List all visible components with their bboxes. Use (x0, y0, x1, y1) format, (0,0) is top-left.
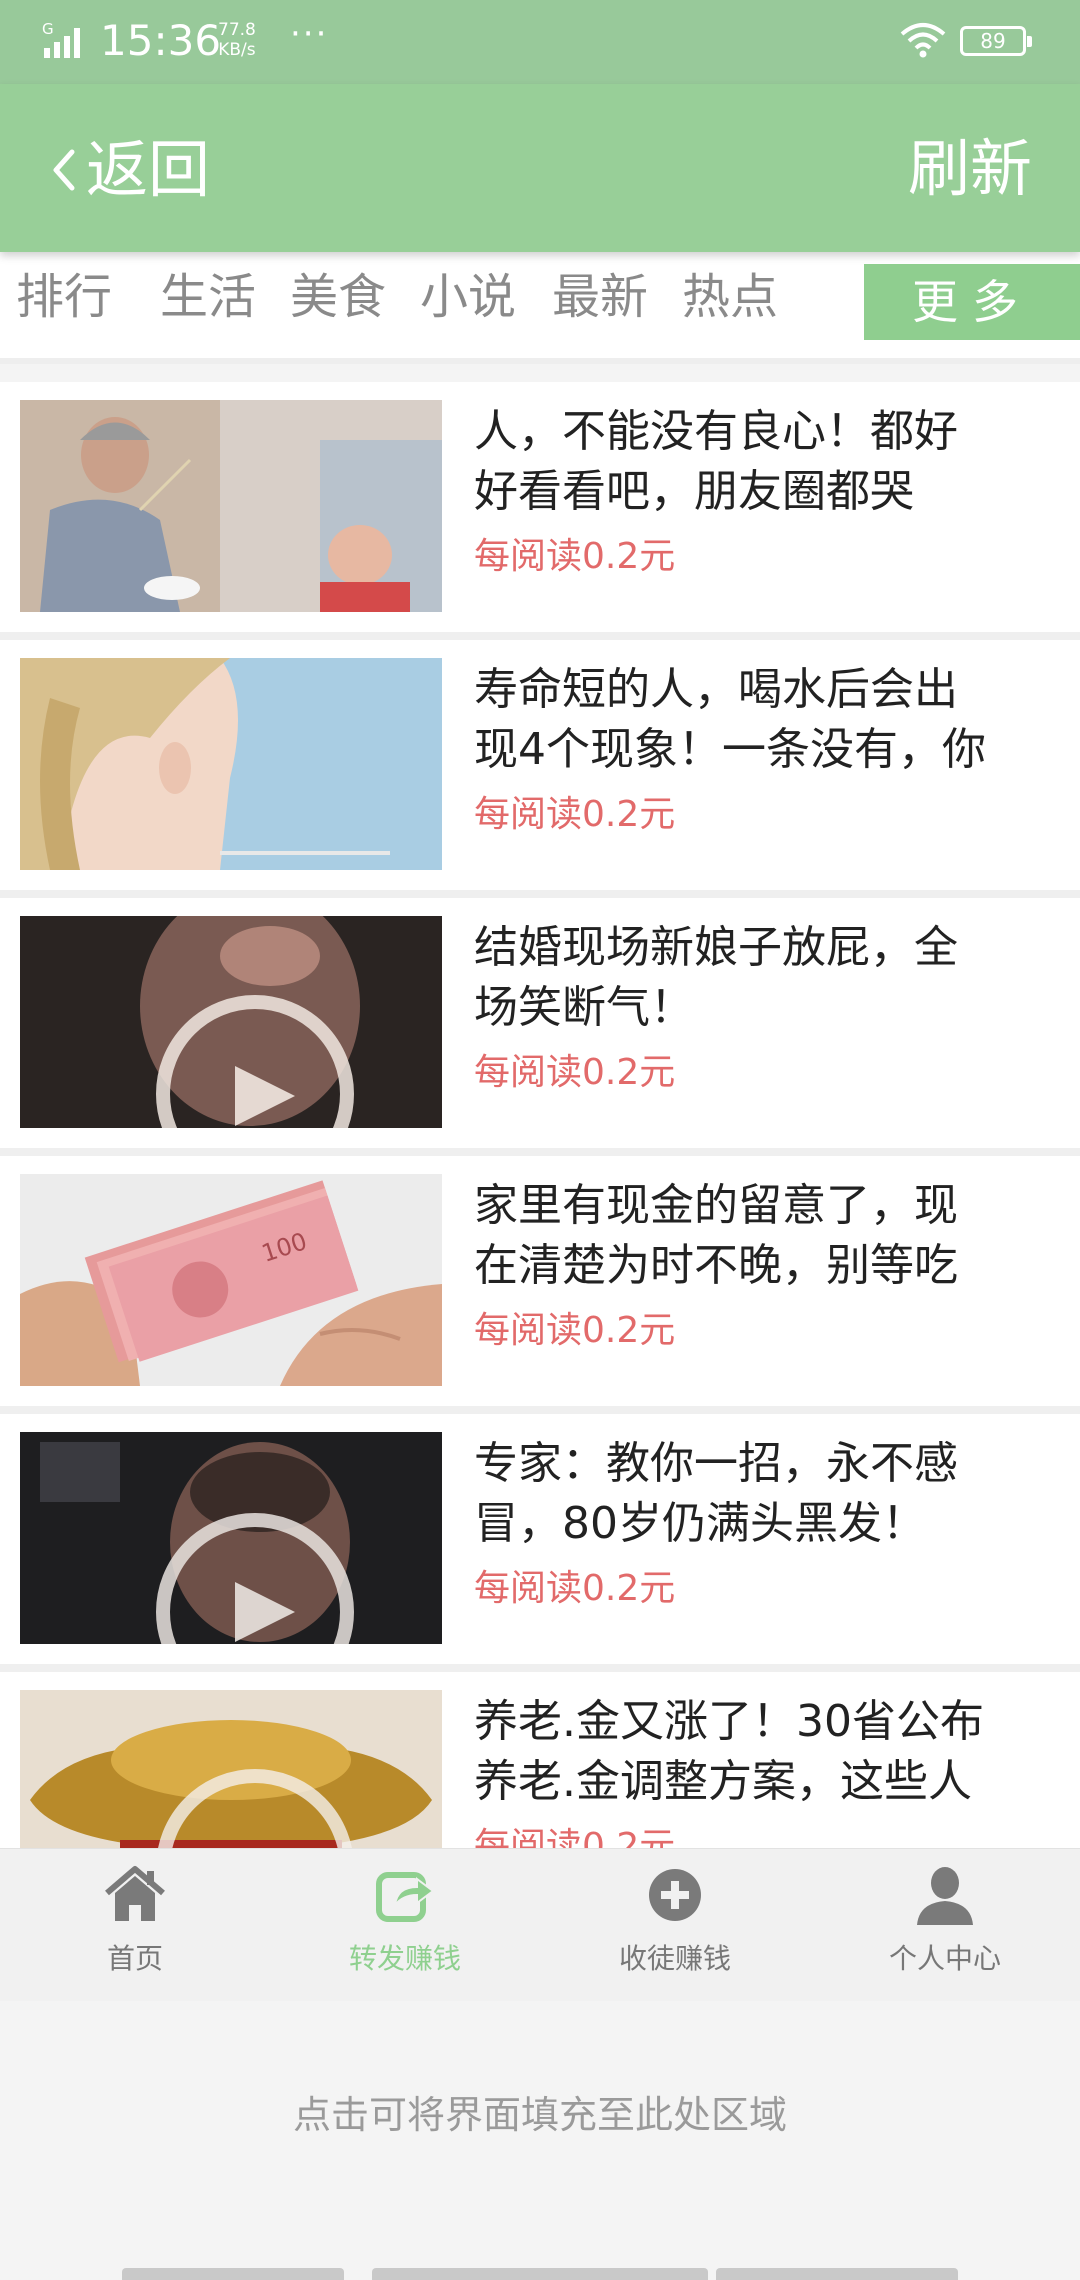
video-thumbnail-image (20, 916, 442, 1128)
signal-icon: G (42, 20, 80, 58)
article-title-line: 场笑断气！ (474, 982, 694, 1033)
category-bar: 排行 生活 美食 小说 最新 热点 更多 (0, 252, 1080, 364)
category-tab-hot[interactable]: 热点 (682, 264, 778, 330)
refresh-button[interactable]: 刷新 (908, 134, 1032, 204)
svg-text:G: G (42, 20, 54, 38)
article-title-line: 现4个现象！一条没有，你 (474, 724, 986, 775)
article-title: 专家：教你一招，永不感 冒，80岁仍满头黑发！ (474, 1434, 1060, 1554)
net-speed-value: 77.8 (218, 20, 256, 40)
article-item[interactable]: 寿命短的人，喝水后会出 现4个现象！一条没有，你 每阅读0.2元 (0, 640, 1080, 898)
article-item[interactable]: 专家：教你一招，永不感 冒，80岁仍满头黑发！ 每阅读0.2元 (0, 1414, 1080, 1672)
article-thumbnail: 养老金 (20, 1690, 442, 1848)
article-title-line: 人，不能没有良心！都好 (474, 406, 958, 457)
article-title-line: 专家：教你一招，永不感 (474, 1438, 958, 1489)
gold-ingot-video-image: 养老金 (20, 1690, 442, 1848)
more-notifications-icon: ··· (290, 14, 329, 54)
nav-handle (122, 2268, 344, 2280)
woman-drinking-image (20, 658, 442, 870)
back-label: 返回 (86, 133, 211, 206)
category-tab-ranking[interactable]: 排行 (16, 264, 112, 330)
article-title-line: 好看看吧，朋友圈都哭 (474, 466, 914, 517)
header-bar: 返回 刷新 (0, 84, 1080, 252)
article-title-line: 寿命短的人，喝水后会出 (474, 664, 958, 715)
category-tab-latest[interactable]: 最新 (552, 264, 648, 330)
bottom-tab-bar: 首页 转发赚钱 收徒赚钱 个人中心 (0, 1848, 1080, 2001)
tab-home[interactable]: 首页 (0, 1849, 270, 2001)
status-bar: G 15:36 77.8 KB/s ··· 89 (0, 0, 1080, 84)
tab-profile[interactable]: 个人中心 (810, 1849, 1080, 2001)
more-categories-button[interactable]: 更多 (864, 264, 1080, 340)
fill-area-hint: 点击可将界面填充至此处区域 (292, 2093, 787, 2137)
article-title: 家里有现金的留意了，现 在清楚为时不晚，别等吃 (474, 1176, 1060, 1296)
article-reward: 每阅读0.2元 (474, 1052, 676, 1093)
article-title-line: 养老.金调整方案，这些人 (474, 1756, 972, 1807)
article-reward: 每阅读0.2元 (474, 1826, 676, 1848)
chevron-left-icon (53, 149, 75, 191)
cash-in-hands-image: 100 (20, 1174, 442, 1386)
article-thumbnail: 100 (20, 1174, 442, 1386)
category-tab-novel[interactable]: 小说 (420, 264, 516, 330)
tab-share-earn[interactable]: 转发赚钱 (270, 1849, 540, 2001)
tab-profile-label: 个人中心 (888, 1942, 1001, 1975)
article-thumbnail (20, 658, 442, 870)
article-reward: 每阅读0.2元 (474, 1568, 676, 1609)
article-thumbnail (20, 916, 442, 1128)
article-title: 人，不能没有良心！都好 好看看吧，朋友圈都哭 (474, 402, 1060, 522)
tab-recruit-earn-label: 收徒赚钱 (618, 1942, 731, 1975)
fill-screen-area[interactable]: 点击可将界面填充至此处区域 (0, 2000, 1080, 2280)
plus-circle-icon (649, 1869, 701, 1921)
tab-home-label: 首页 (106, 1942, 163, 1975)
article-title: 结婚现场新娘子放屁，全 场笑断气！ (474, 918, 1060, 1038)
tab-recruit-earn[interactable]: 收徒赚钱 (540, 1849, 810, 2001)
net-speed: 77.8 KB/s (218, 20, 256, 60)
nav-handle (716, 2268, 958, 2280)
article-reward: 每阅读0.2元 (474, 794, 676, 835)
person-icon (917, 1867, 973, 1925)
article-title: 养老.金又涨了！30省公布 养老.金调整方案，这些人 (474, 1692, 1060, 1812)
article-list: 人，不能没有良心！都好 好看看吧，朋友圈都哭 每阅读0.2元 寿命短的人，喝水后… (0, 364, 1080, 1848)
article-item[interactable]: 结婚现场新娘子放屁，全 场笑断气！ 每阅读0.2元 (0, 898, 1080, 1156)
article-title-line: 养老.金又涨了！30省公布 (474, 1696, 984, 1747)
tab-share-earn-label: 转发赚钱 (348, 1942, 461, 1975)
net-speed-unit: KB/s (218, 40, 256, 60)
status-time: 15:36 (100, 16, 222, 65)
category-tab-life[interactable]: 生活 (160, 264, 256, 330)
video-thumbnail-image (20, 1432, 442, 1644)
article-reward: 每阅读0.2元 (474, 536, 676, 577)
article-item[interactable]: 人，不能没有良心！都好 好看看吧，朋友圈都哭 每阅读0.2元 (0, 382, 1080, 640)
article-item[interactable]: 100 家里有现金的留意了，现 在清楚为时不晚，别等吃 每阅读0.2元 (0, 1156, 1080, 1414)
article-reward: 每阅读0.2元 (474, 1310, 676, 1351)
article-title-line: 结婚现场新娘子放屁，全 (474, 922, 958, 973)
elder-feeding-baby-image (20, 400, 442, 612)
battery-indicator: 89 (960, 26, 1032, 56)
article-thumbnail (20, 1432, 442, 1644)
share-icon (376, 1872, 435, 1922)
back-button[interactable]: 返回 (44, 130, 210, 210)
article-item[interactable]: 养老金 养老.金又涨了！30省公布 养老.金调整方案，这些人 每阅读0.2元 (0, 1672, 1080, 1848)
article-title-line: 在清楚为时不晚，别等吃 (474, 1240, 958, 1291)
article-title-line: 冒，80岁仍满头黑发！ (474, 1498, 926, 1549)
home-icon (105, 1866, 165, 1921)
wifi-icon (900, 23, 946, 58)
article-thumbnail (20, 400, 442, 612)
nav-handle (372, 2268, 708, 2280)
article-title-line: 家里有现金的留意了，现 (474, 1180, 958, 1231)
article-title: 寿命短的人，喝水后会出 现4个现象！一条没有，你 (474, 660, 1060, 780)
category-tab-food[interactable]: 美食 (290, 264, 386, 330)
